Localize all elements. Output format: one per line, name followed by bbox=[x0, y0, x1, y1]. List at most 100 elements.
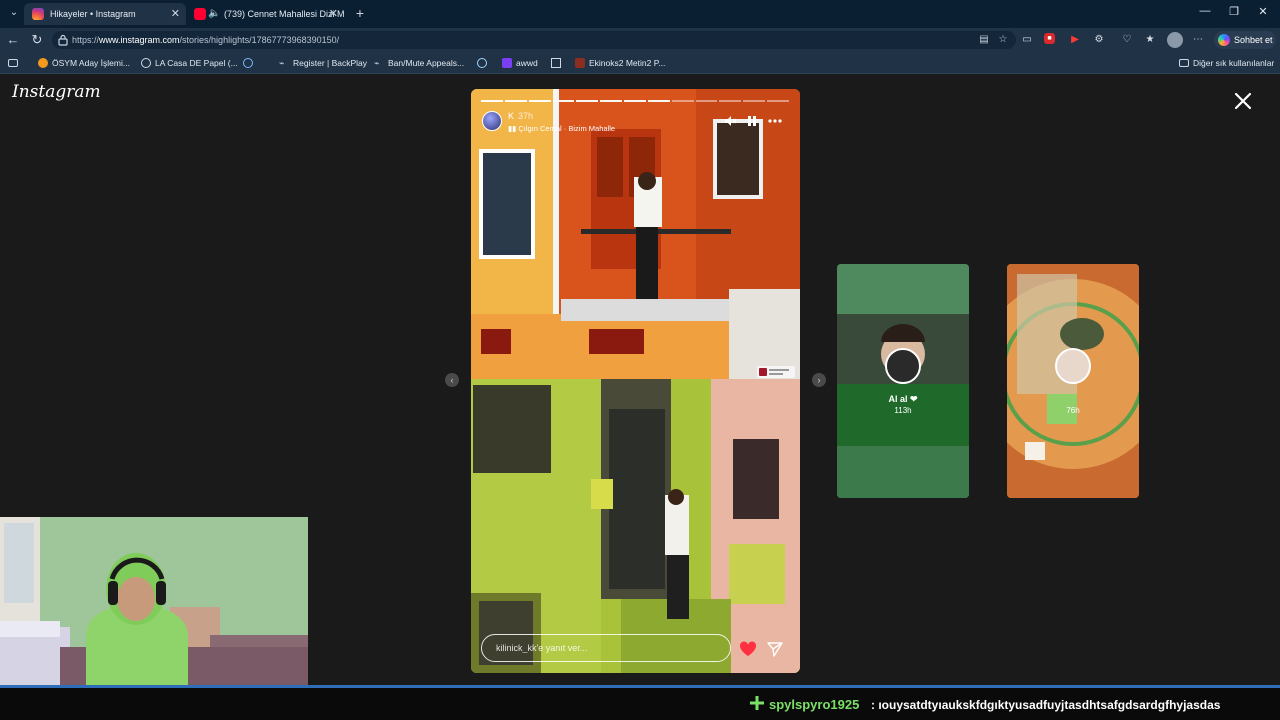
story-username[interactable]: K 37h bbox=[508, 111, 533, 121]
story-age: 37h bbox=[518, 111, 534, 121]
tab-title: (739) Cennet Mahallesi Dizi M bbox=[224, 9, 344, 19]
story-card[interactable]: K 37h ▮▮ Çılgın Cemal · Bizim Mahalle bbox=[471, 89, 800, 673]
extension-screen-icon[interactable]: ▭ bbox=[1020, 33, 1034, 47]
bookmark-ban-mute[interactable]: ⌁ Ban/Mute Appeals... bbox=[374, 52, 464, 74]
tab-instagram[interactable]: Hikayeler • Instagram ✕ bbox=[24, 3, 186, 25]
bookmark-label: Ekinoks2 Metin2 P... bbox=[589, 58, 666, 68]
story-user-avatar[interactable] bbox=[482, 111, 502, 131]
browser-tab-bar: ⌄ Hikayeler • Instagram ✕ 🔈 (739) Cennet… bbox=[0, 0, 1280, 28]
story-reply-input[interactable] bbox=[482, 635, 730, 661]
highlight-1-time: 113h bbox=[894, 406, 912, 415]
story-progress-segment bbox=[600, 100, 623, 102]
url-field[interactable]: https://www.instagram.com/stories/highli… bbox=[52, 31, 1016, 49]
more-options-dots-icon[interactable] bbox=[768, 114, 782, 128]
youtube-extension-icon[interactable]: ▶ bbox=[1068, 33, 1082, 47]
collections-icon[interactable]: ★ bbox=[1143, 33, 1157, 47]
music-sticker[interactable] bbox=[757, 366, 795, 378]
chat-username: spylspyro1925 bbox=[769, 697, 860, 712]
bookmark-label: Diğer sık kullanılanlar bbox=[1193, 58, 1275, 68]
favorite-star-icon[interactable]: ☆ bbox=[997, 34, 1009, 46]
pause-icon[interactable] bbox=[745, 114, 759, 128]
sticker-album-icon bbox=[759, 368, 767, 376]
webcam-feed-image bbox=[0, 517, 308, 690]
tab-close-icon[interactable]: ✕ bbox=[329, 3, 338, 25]
tab-title: Hikayeler • Instagram bbox=[50, 9, 136, 19]
youtube-favicon-icon bbox=[194, 8, 206, 20]
bookmark-app-icon[interactable] bbox=[477, 58, 487, 68]
next-story-arrow-icon[interactable]: › bbox=[812, 373, 826, 387]
highlight-1-avatar bbox=[885, 348, 921, 384]
tab-youtube[interactable]: 🔈 (739) Cennet Mahallesi Dizi M ✕ bbox=[188, 3, 344, 25]
bookmark-circle-icon[interactable] bbox=[243, 58, 253, 68]
chat-message: : ıouysatdtyıaukskfdgıktyusadfuyjtasdhts… bbox=[871, 698, 1221, 712]
like-heart-icon[interactable] bbox=[739, 641, 757, 657]
reading-list-icon[interactable] bbox=[8, 59, 18, 67]
story-music-label[interactable]: ▮▮ Çılgın Cemal · Bizim Mahalle bbox=[508, 124, 615, 133]
mute-speaker-icon[interactable] bbox=[723, 114, 737, 128]
story-progress-segment bbox=[552, 100, 575, 102]
copilot-chat-button[interactable]: Sohbet et bbox=[1214, 31, 1276, 49]
bookmark-label: LA Casa DE Papel (... bbox=[155, 58, 238, 68]
story-progress-segment bbox=[481, 100, 503, 102]
instagram-logo[interactable]: Instagram bbox=[12, 82, 101, 102]
speaker-icon[interactable]: 🔈 bbox=[208, 3, 220, 25]
bookmark-label: awwd bbox=[516, 58, 538, 68]
stream-chat-ticker: spylspyro1925 : ıouysatdtyıaukskfdgıktyu… bbox=[0, 688, 1280, 720]
send-direct-icon[interactable] bbox=[766, 640, 784, 658]
bookmark-page-icon[interactable] bbox=[551, 58, 561, 68]
instagram-favicon-icon bbox=[32, 8, 44, 20]
browser-essentials-icon[interactable]: ♡ bbox=[1120, 33, 1134, 47]
osym-icon bbox=[38, 58, 48, 68]
bookmark-osym[interactable]: ÖSYM Aday İşlemi... bbox=[38, 52, 130, 74]
tab-close-icon[interactable]: ✕ bbox=[171, 3, 180, 25]
story-progress-bar bbox=[481, 100, 789, 102]
story-progress-segment bbox=[576, 100, 599, 102]
story-progress-segment bbox=[719, 100, 742, 102]
lock-icon bbox=[58, 34, 68, 46]
minimize-icon[interactable]: — bbox=[1198, 5, 1212, 17]
back-arrow-icon[interactable]: ← bbox=[4, 31, 22, 49]
refresh-icon[interactable]: ↻ bbox=[28, 31, 46, 49]
sticker-line bbox=[769, 373, 783, 375]
tab-actions-chevron-icon[interactable]: ⌄ bbox=[6, 5, 22, 21]
streamer-webcam bbox=[0, 517, 308, 690]
close-viewer-icon[interactable] bbox=[1232, 90, 1254, 112]
bookmark-ekinoks[interactable]: Ekinoks2 Metin2 P... bbox=[575, 52, 665, 74]
story-progress-segment bbox=[743, 100, 766, 102]
story-progress-segment bbox=[528, 100, 551, 102]
next-highlight-1[interactable]: Al al ❤ 113h bbox=[837, 264, 969, 498]
ekinoks-icon bbox=[575, 58, 585, 68]
extensions-puzzle-icon[interactable]: ⚙ bbox=[1092, 33, 1106, 47]
profile-avatar-icon[interactable] bbox=[1167, 32, 1183, 48]
window-close-icon[interactable]: ✕ bbox=[1256, 5, 1270, 18]
story-progress-segment bbox=[624, 100, 646, 102]
new-tab-plus-icon[interactable]: + bbox=[352, 4, 368, 22]
bookmark-la-casa[interactable]: LA Casa DE Papel (... bbox=[141, 52, 238, 74]
next-highlight-2[interactable]: 76h bbox=[1007, 264, 1139, 498]
bookmark-label: Ban/Mute Appeals... bbox=[388, 58, 465, 68]
bookmark-label: Register | BackPlay bbox=[293, 58, 368, 68]
bookmark-register-backplay[interactable]: ⌁ Register | BackPlay bbox=[279, 52, 367, 74]
other-bookmarks-folder[interactable]: Diğer sık kullanılanlar bbox=[1179, 52, 1274, 74]
music-bars-icon: ▮▮ bbox=[508, 124, 519, 133]
story-progress-segment bbox=[767, 100, 789, 102]
bookmarks-bar: ÖSYM Aday İşlemi... LA Casa DE Papel (..… bbox=[0, 52, 1280, 74]
story-progress-segment bbox=[647, 100, 670, 102]
copilot-icon bbox=[1218, 34, 1230, 46]
appeal-icon: ⌁ bbox=[374, 58, 380, 68]
bookmark-awwd[interactable]: awwd bbox=[502, 52, 538, 74]
more-options-icon[interactable]: ⋯ bbox=[1191, 33, 1205, 47]
folder-icon bbox=[1179, 59, 1189, 67]
previous-story-arrow-icon[interactable]: ‹ bbox=[445, 373, 459, 387]
reader-mode-icon[interactable]: ▤ bbox=[978, 34, 990, 46]
highlight-1-name: Al al ❤ bbox=[888, 394, 918, 404]
maximize-icon[interactable]: ❐ bbox=[1227, 5, 1241, 18]
globe-icon bbox=[141, 58, 151, 68]
extension-red-icon[interactable]: ■ bbox=[1044, 33, 1055, 44]
story-photo-green-house bbox=[471, 379, 800, 673]
reply-box[interactable] bbox=[481, 634, 731, 662]
subscriber-star-icon bbox=[750, 696, 764, 710]
backplay-icon: ⌁ bbox=[279, 58, 285, 68]
story-progress-segment bbox=[671, 100, 694, 102]
awwd-icon bbox=[502, 58, 512, 68]
